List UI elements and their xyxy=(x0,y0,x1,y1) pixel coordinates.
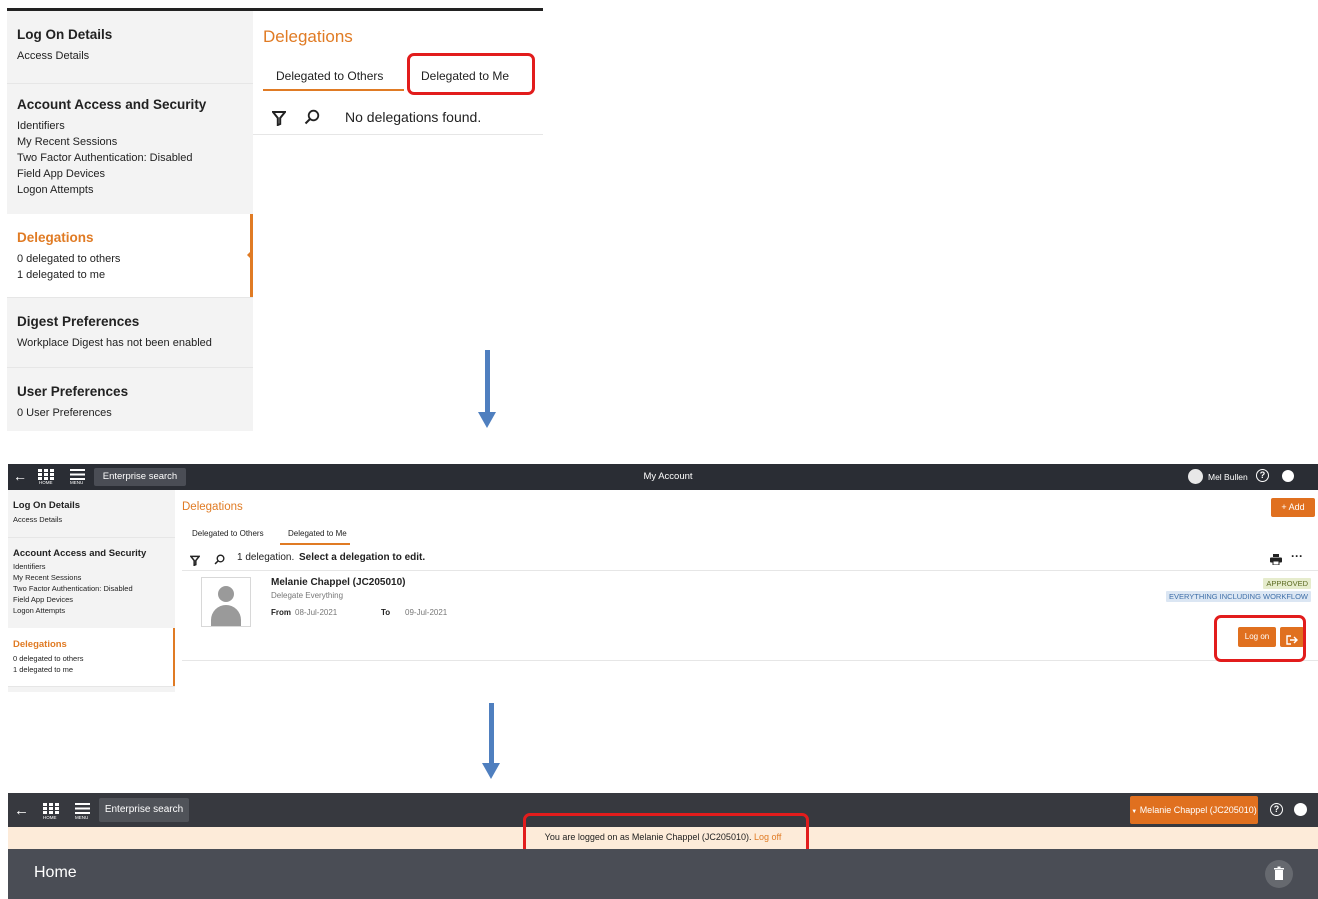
home-label: HOME xyxy=(43,815,57,820)
add-button[interactable]: + Add xyxy=(1271,498,1315,517)
section-item[interactable]: Logon Attempts xyxy=(13,606,65,617)
section-item[interactable]: Field App Devices xyxy=(13,595,73,606)
highlight-box xyxy=(1214,615,1306,662)
delegation-count: 1 delegation. xyxy=(237,552,295,563)
home-title: Home xyxy=(34,864,77,881)
trash-icon[interactable] xyxy=(1265,860,1293,888)
filter-icon[interactable] xyxy=(270,110,288,131)
tab-delegated-to-others[interactable]: Delegated to Others xyxy=(192,529,264,538)
section-item[interactable]: Identifiers xyxy=(13,562,46,573)
section-item[interactable]: Field App Devices xyxy=(17,166,105,182)
delegate-name: Melanie Chappel (JC205010) xyxy=(271,577,406,588)
sidebar-section-account-security[interactable]: Account Access and Security Identifiers … xyxy=(8,537,175,629)
section-item[interactable]: Workplace Digest has not been enabled xyxy=(17,335,212,351)
section-title: User Preferences xyxy=(17,384,129,399)
sidebar-section-account-security[interactable]: Account Access and Security Identifiers … xyxy=(7,83,253,215)
page-title: My Account xyxy=(643,471,693,482)
section-item[interactable]: 0 User Preferences xyxy=(17,405,112,421)
avatar xyxy=(201,577,251,627)
sidebar-section-user-prefs[interactable]: User Preferences 0 User Preferences xyxy=(7,367,253,431)
down-arrow-icon xyxy=(478,412,496,428)
section-title: Account Access and Security xyxy=(17,97,207,112)
scope-badge: EVERYTHING INCLUDING WORKFLOW xyxy=(1165,591,1311,602)
home-header: Home xyxy=(8,849,1318,899)
section-item[interactable]: Access Details xyxy=(13,515,62,526)
instruction-text: Select a delegation to edit. xyxy=(299,552,426,563)
section-title: Log On Details xyxy=(13,500,81,511)
section-item[interactable]: Logon Attempts xyxy=(17,182,93,198)
section-title: Digest Preferences xyxy=(17,314,140,329)
menu-label: MENU xyxy=(75,815,89,820)
section-item[interactable]: Two Factor Authentication: Disabled xyxy=(17,150,192,166)
active-indicator xyxy=(173,628,175,686)
section-item[interactable]: Identifiers xyxy=(17,118,65,134)
from-label: From xyxy=(271,608,291,617)
active-tab-underline xyxy=(263,89,404,91)
sidebar-section-logon-details[interactable]: Log On Details Access Details xyxy=(8,490,175,538)
page-title: Delegations xyxy=(263,27,353,46)
section-title: Log On Details xyxy=(17,27,113,42)
back-arrow-icon[interactable]: ← xyxy=(13,468,27,484)
panel-delegation-list: ← HOME MENU Enterprise search My Account… xyxy=(8,464,1318,694)
print-icon[interactable] xyxy=(1270,552,1282,570)
sidebar-section-delegations[interactable]: Delegations 0 delegated to others 1 dele… xyxy=(7,214,253,298)
down-arrow-icon xyxy=(482,763,500,779)
more-options-icon[interactable]: ··· xyxy=(1291,549,1303,563)
tab-delegated-to-me[interactable]: Delegated to Me xyxy=(288,529,347,538)
delegation-type: Delegate Everything xyxy=(271,591,344,600)
help-icon[interactable]: ? xyxy=(1256,469,1269,482)
active-user-dropdown[interactable]: ▼ Melanie Chappel (JC205010) xyxy=(1130,796,1258,824)
section-title: Account Access and Security xyxy=(13,548,147,559)
chevron-down-icon: ▼ xyxy=(1131,809,1138,815)
sidebar: Log On Details Access Details Account Ac… xyxy=(8,490,175,692)
highlight-box xyxy=(407,53,535,95)
avatar[interactable] xyxy=(1188,469,1203,484)
home-label: HOME xyxy=(39,480,53,485)
filter-icon[interactable] xyxy=(189,553,201,571)
arrow-shaft xyxy=(485,350,490,412)
enterprise-search-button[interactable]: Enterprise search xyxy=(94,468,186,486)
tab-delegated-to-others[interactable]: Delegated to Others xyxy=(276,69,383,83)
sidebar-section-delegations[interactable]: Delegations 0 delegated to others 1 dele… xyxy=(8,628,175,687)
panel-logged-on: ← HOME MENU Enterprise search ▼ Melanie … xyxy=(8,793,1318,899)
section-item[interactable]: 1 delegated to me xyxy=(17,267,105,283)
to-date: 09-Jul-2021 xyxy=(405,608,448,617)
sidebar-section-digest[interactable]: Digest Preferences Workplace Digest has … xyxy=(7,297,253,368)
globe-icon[interactable] xyxy=(1294,803,1307,816)
user-name[interactable]: Mel Bullen xyxy=(1208,472,1248,482)
toolbar: No delegations found. xyxy=(253,104,543,135)
section-title: Delegations xyxy=(13,639,67,650)
active-notch xyxy=(247,251,251,259)
search-icon[interactable] xyxy=(214,552,225,570)
arrow-shaft xyxy=(489,703,494,763)
empty-message: No delegations found. xyxy=(345,109,482,125)
sidebar-section-logon-details[interactable]: Log On Details Access Details xyxy=(7,11,253,84)
section-item[interactable]: 0 delegated to others xyxy=(17,251,120,267)
section-item[interactable]: 1 delegated to me xyxy=(13,665,73,676)
panel-before: Log On Details Access Details Account Ac… xyxy=(7,8,544,432)
back-arrow-icon[interactable]: ← xyxy=(14,802,29,819)
active-user-name: Melanie Chappel (JC205010) xyxy=(1139,805,1257,815)
avatar-body xyxy=(211,605,241,626)
status-badge: APPROVED xyxy=(1263,578,1311,589)
search-icon[interactable] xyxy=(304,109,320,130)
globe-icon[interactable] xyxy=(1282,470,1294,482)
avatar-head xyxy=(218,586,234,602)
section-title: Delegations xyxy=(17,230,94,245)
active-tab-underline xyxy=(280,543,350,545)
section-item[interactable]: Two Factor Authentication: Disabled xyxy=(13,584,133,595)
section-item[interactable]: 0 delegated to others xyxy=(13,654,83,665)
section-item[interactable]: Access Details xyxy=(17,48,89,64)
from-date: 08-Jul-2021 xyxy=(295,608,338,617)
section-heading: Delegations xyxy=(182,501,243,513)
delegation-row[interactable]: Melanie Chappel (JC205010) Delegate Ever… xyxy=(182,571,1318,661)
enterprise-search-button[interactable]: Enterprise search xyxy=(99,798,189,822)
section-item[interactable]: My Recent Sessions xyxy=(17,134,117,150)
top-navigation-bar: ← HOME MENU Enterprise search My Account… xyxy=(8,464,1318,490)
section-item[interactable]: My Recent Sessions xyxy=(13,573,81,584)
to-label: To xyxy=(381,608,391,617)
sidebar: Log On Details Access Details Account Ac… xyxy=(7,11,253,431)
menu-label: MENU xyxy=(70,480,84,485)
help-icon[interactable]: ? xyxy=(1270,803,1283,816)
